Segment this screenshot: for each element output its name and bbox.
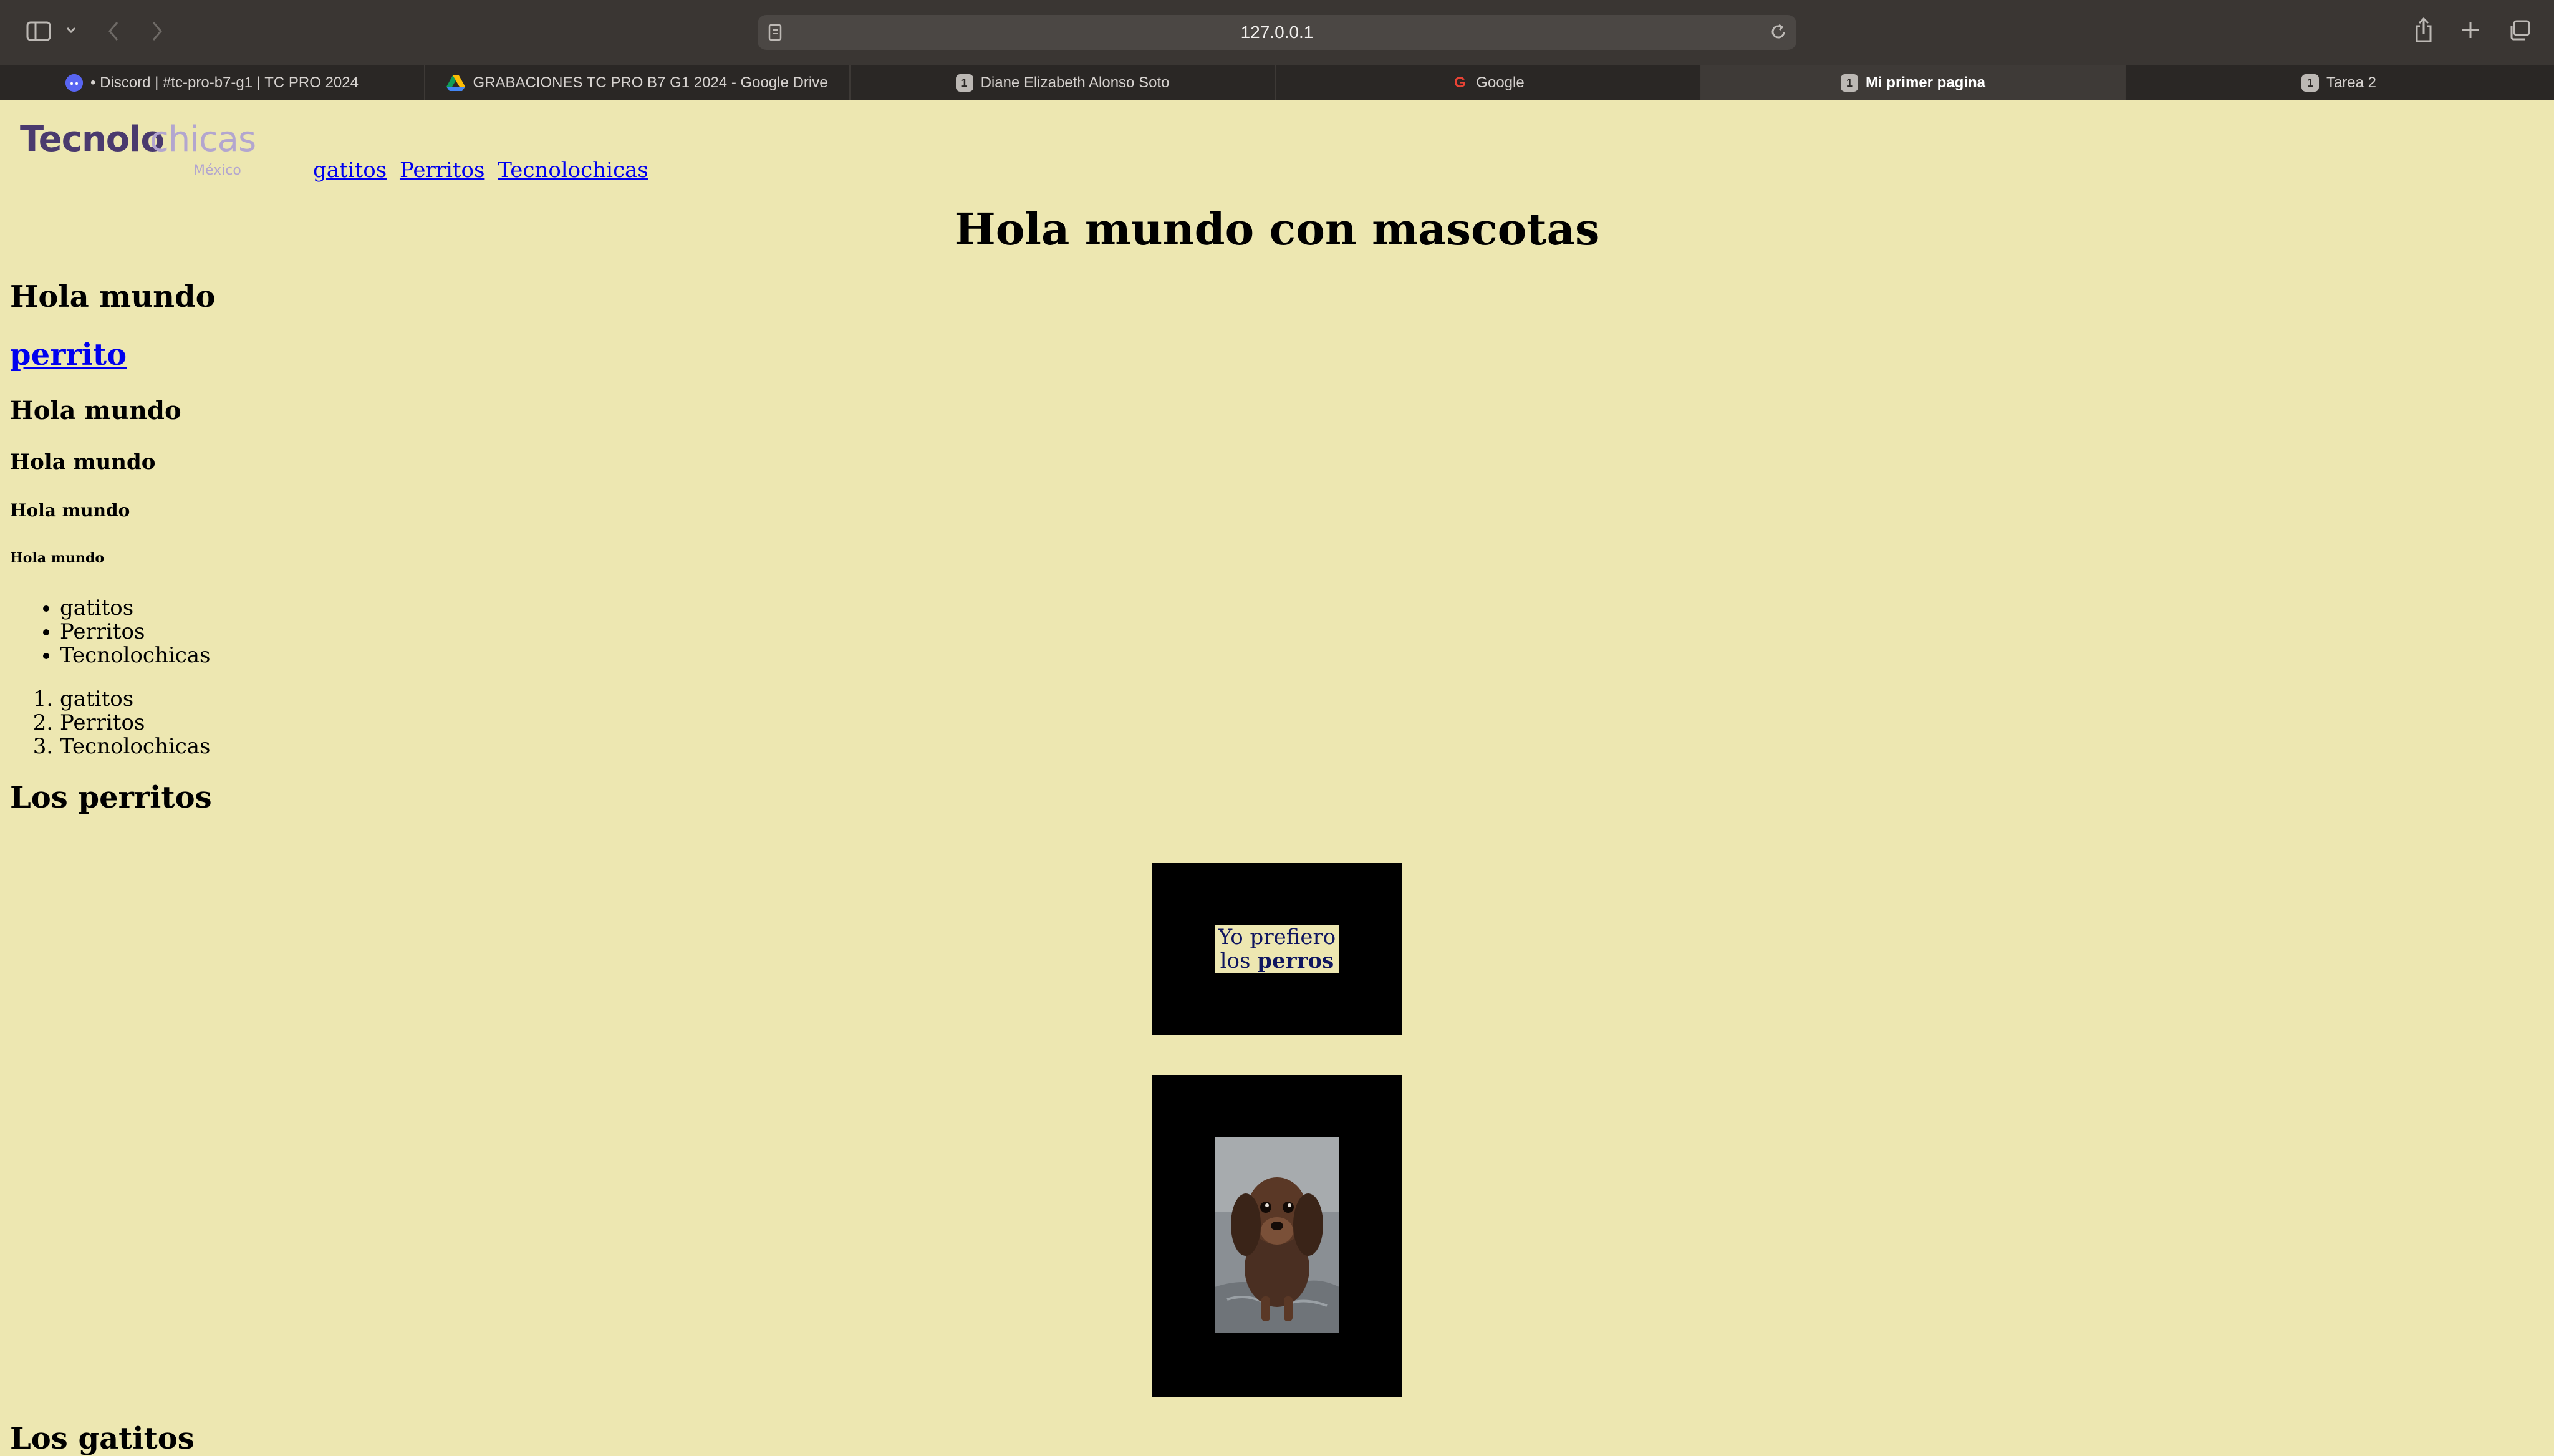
page-icon: 1 [2301, 74, 2319, 92]
tab-label: Google [1476, 74, 1525, 91]
dachshund-puppy-image [1215, 1137, 1339, 1333]
share-icon[interactable] [2413, 16, 2434, 46]
tab-bar: • Discord | #tc-pro-b7-g1 | TC PRO 2024 … [0, 65, 2554, 100]
list-item: Perritos [60, 711, 211, 735]
section-title-perritos: Los perritos [10, 780, 212, 815]
url-text[interactable]: 127.0.0.1 [758, 22, 1796, 42]
nav-link-gatitos[interactable]: gatitos [313, 158, 387, 183]
list-item: gatitos [60, 596, 211, 620]
tab-google[interactable]: G Google [1276, 65, 1701, 100]
reload-icon[interactable] [1769, 22, 1788, 44]
chevron-down-icon[interactable] [65, 24, 77, 39]
heading-h5: Hola mundo [10, 550, 105, 566]
tab-google-drive[interactable]: GRABACIONES TC PRO B7 G1 2024 - Google D… [425, 65, 851, 100]
top-nav: gatitos Perritos Tecnolochicas [313, 158, 655, 183]
tecnolochicas-logo[interactable]: Tecnolo chicas México [20, 119, 256, 178]
address-bar[interactable]: 127.0.0.1 [758, 15, 1796, 50]
new-tab-icon[interactable] [2460, 20, 2480, 42]
discord-icon [65, 74, 84, 92]
browser-toolbar: 127.0.0.1 [0, 0, 2554, 65]
page-icon: 1 [1840, 74, 1858, 92]
heading-h1: Hola mundo [10, 279, 216, 314]
ordered-list: gatitos Perritos Tecnolochicas [60, 687, 211, 758]
page-title: Hola mundo con mascotas [954, 203, 1600, 255]
perrito-link[interactable]: perrito [10, 337, 127, 372]
tab-label: Diane Elizabeth Alonso Soto [980, 74, 1170, 91]
sidebar-toggle-icon[interactable] [26, 21, 51, 41]
tab-label: Mi primer pagina [1865, 74, 1986, 91]
list-item: Tecnolochicas [60, 644, 211, 667]
page-content: Tecnolo chicas México gatitos Perritos T… [0, 100, 2554, 1456]
tab-mi-primer-pagina[interactable]: 1 Mi primer pagina [1701, 65, 2126, 100]
nav-link-perritos[interactable]: Perritos [400, 158, 484, 183]
prefer-text: Yo prefiero los perros [1215, 925, 1339, 973]
list-item: gatitos [60, 687, 211, 711]
dog-photo-box [1152, 1075, 1402, 1397]
tab-discord[interactable]: • Discord | #tc-pro-b7-g1 | TC PRO 2024 [0, 65, 425, 100]
page-icon: 1 [955, 74, 973, 92]
forward-icon[interactable] [150, 20, 165, 45]
logo-country-text: México [193, 163, 241, 178]
list-item: Tecnolochicas [60, 735, 211, 758]
back-icon[interactable] [106, 20, 121, 45]
drive-icon [446, 74, 466, 92]
tab-overview-icon[interactable] [2508, 20, 2530, 44]
heading-h3: Hola mundo [10, 450, 156, 475]
unordered-list: gatitos Perritos Tecnolochicas [60, 596, 211, 667]
google-icon: G [1453, 74, 1466, 91]
prefer-text-bold: perros [1257, 948, 1334, 973]
prefer-box: Yo prefiero los perros [1152, 863, 1402, 1035]
tab-label: Tarea 2 [2326, 74, 2377, 91]
tab-diane[interactable]: 1 Diane Elizabeth Alonso Soto [851, 65, 1276, 100]
tab-tarea-2[interactable]: 1 Tarea 2 [2126, 65, 2552, 100]
browser-chrome: 127.0.0.1 • Discord | #tc-pro-b7-g1 | TC… [0, 0, 2554, 100]
logo-tecno-text: Tecnolo [20, 119, 165, 160]
section-title-gatitos: Los gatitos [10, 1421, 195, 1456]
list-item: Perritos [60, 620, 211, 644]
heading-h4: Hola mundo [10, 500, 130, 521]
heading-h2: Hola mundo [10, 396, 181, 425]
tab-label: GRABACIONES TC PRO B7 G1 2024 - Google D… [473, 74, 828, 91]
nav-link-tecnolochicas[interactable]: Tecnolochicas [498, 158, 648, 183]
logo-chicas-text: chicas [150, 119, 256, 160]
tab-label: • Discord | #tc-pro-b7-g1 | TC PRO 2024 [90, 74, 359, 91]
